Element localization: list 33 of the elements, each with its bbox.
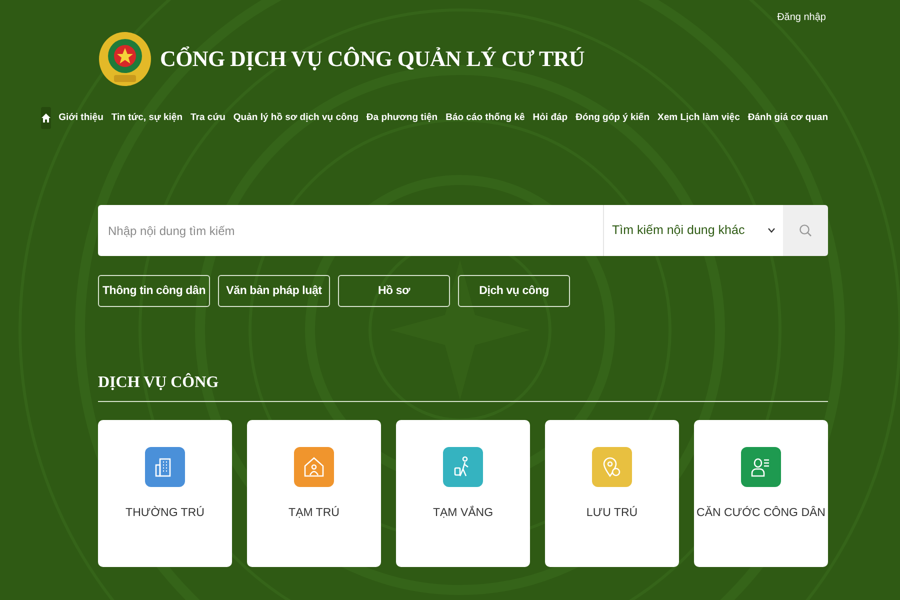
search-icon [799,224,812,238]
service-label: CĂN CƯỚC CÔNG DÂN [696,505,826,522]
quick-link-button[interactable]: Dịch vụ công [458,275,570,308]
service-card[interactable]: TẠM TRÚ [247,420,381,568]
service-label: TẠM VẮNG [432,505,494,522]
service-card[interactable]: LƯU TRÚ [545,420,679,568]
scope-dropdown[interactable]: Tìm kiếm nội dung khác [603,205,783,256]
login-link[interactable]: Đăng nhập [777,10,826,25]
nav-link[interactable]: Đóng góp ý kiến [576,107,650,130]
service-label: THƯỜNG TRÚ [126,505,204,522]
section-heading: DỊCH VỤ CÔNG [98,372,220,394]
quick-link-button[interactable]: Hồ sơ [338,275,450,308]
nav-link[interactable]: Xem Lịch làm việc [658,107,740,130]
nav-link[interactable]: Tra cứu [190,107,226,130]
nav-link[interactable]: Đánh giá cơ quan [748,107,828,130]
quick-link-button[interactable]: Thông tin công dân [98,275,210,308]
nav-link[interactable]: Quản lý hồ sơ dịch vụ công [233,107,358,130]
emblem-icon [98,29,152,87]
service-card[interactable]: CĂN CƯỚC CÔNG DÂN [694,420,828,568]
nav-link[interactable]: Đa phương tiện [366,107,438,130]
service-card[interactable]: THƯỜNG TRÚ [98,420,232,568]
service-label: LƯU TRÚ [586,505,638,522]
search-field[interactable]: Nhập nội dung tìm kiếm [98,205,603,256]
home-icon[interactable] [40,107,51,130]
nav-link[interactable]: Báo cáo thống kê [446,107,525,130]
nav-link[interactable]: Giới thiệu [58,107,104,130]
nav-link[interactable]: Tin tức, sự kiện [111,107,183,130]
caret-icon [768,228,775,234]
site-title: CỔNG DỊCH VỤ CÔNG QUẢN LÝ CƯ TRÚ [160,44,585,72]
quick-link-button[interactable]: Văn bản pháp luật [218,275,330,308]
nav-link[interactable]: Hỏi đáp [532,107,568,130]
service-card[interactable]: TẠM VẮNG [396,420,530,568]
service-label: TẠM TRÚ [288,505,340,522]
